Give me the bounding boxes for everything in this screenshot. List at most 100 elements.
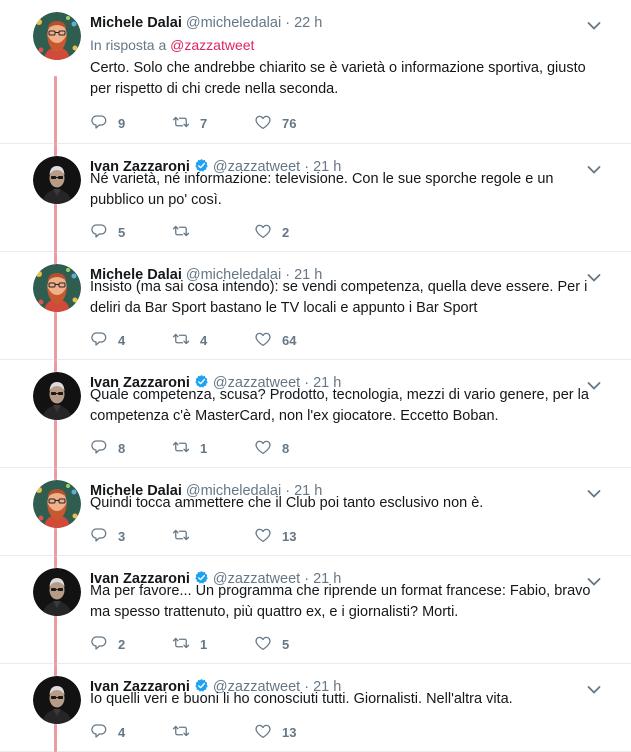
avatar[interactable]	[33, 372, 81, 420]
reply-button[interactable]: 4	[90, 330, 125, 350]
avatar[interactable]	[33, 568, 81, 616]
tweet[interactable]: Ivan Zazzaroni @zazzatweet · 21 h Quale co…	[0, 360, 631, 468]
thread-connector-line	[54, 360, 57, 372]
like-button[interactable]: 5	[254, 634, 289, 654]
reply-button[interactable]: 2	[90, 634, 125, 654]
reply-count: 5	[118, 224, 126, 240]
thread-connector-line	[54, 204, 57, 252]
avatar[interactable]	[33, 156, 81, 204]
retweet-button[interactable]	[172, 722, 200, 742]
reply-button[interactable]: 8	[90, 438, 125, 458]
thread-connector-line	[54, 616, 57, 664]
like-button[interactable]: 76	[254, 113, 296, 133]
reply-icon	[90, 722, 108, 743]
reply-context: In risposta a @zazzatweet	[90, 37, 254, 53]
tweet-text: Ma per favore... Un programma che ripren…	[90, 583, 591, 620]
heart-icon	[254, 526, 272, 547]
like-count: 5	[282, 636, 290, 652]
tweet-text: Io quelli veri e buoni li ho conosciuti …	[90, 691, 513, 707]
like-button[interactable]: 2	[254, 222, 289, 242]
retweet-count: 4	[200, 332, 208, 348]
thread-connector-line	[54, 468, 57, 480]
like-button[interactable]: 8	[254, 438, 289, 458]
thread-connector-line	[54, 528, 57, 556]
retweet-count: 7	[200, 115, 208, 131]
tweet-actions: 8 1 8	[90, 438, 390, 458]
retweet-button[interactable]	[172, 526, 200, 546]
thread-connector-line	[54, 144, 57, 156]
thread-connector-line	[54, 76, 57, 144]
like-count: 13	[282, 724, 297, 740]
tweet-actions: 3 13	[90, 526, 390, 546]
chevron-down-icon[interactable]	[587, 18, 601, 30]
heart-icon	[254, 330, 272, 351]
retweet-button[interactable]: 4	[172, 330, 207, 350]
retweet-count: 1	[200, 636, 208, 652]
reply-icon	[90, 222, 108, 243]
reply-count: 4	[118, 332, 126, 348]
avatar[interactable]	[33, 264, 81, 312]
reply-button[interactable]: 4	[90, 722, 125, 742]
like-count: 8	[282, 440, 290, 456]
reply-count: 3	[118, 528, 126, 544]
author-handle[interactable]: @micheledalai	[186, 15, 281, 31]
tweet-text: Quindi tocca ammettere che il Club poi t…	[90, 495, 484, 511]
retweet-icon	[172, 634, 190, 655]
retweet-icon	[172, 330, 190, 351]
reply-icon	[90, 634, 108, 655]
heart-icon	[254, 438, 272, 459]
reply-icon	[90, 438, 108, 459]
retweet-icon	[172, 438, 190, 459]
tweet-text: Né varietà, né informazione: televisione…	[90, 171, 554, 208]
tweet-actions: 9 7 76	[90, 113, 390, 133]
retweet-button[interactable]: 7	[172, 113, 207, 133]
reply-prefix: In risposta a	[90, 37, 167, 53]
retweet-icon	[172, 113, 190, 134]
reply-icon	[90, 330, 108, 351]
tweet[interactable]: Ivan Zazzaroni @zazzatweet · 21 h Io quell…	[0, 664, 631, 752]
thread-connector-line	[54, 664, 57, 676]
heart-icon	[254, 113, 272, 134]
tweet-timestamp[interactable]: 22 h	[294, 15, 322, 31]
thread-connector-line	[54, 556, 57, 568]
retweet-count: 1	[200, 440, 208, 456]
reply-mention-link[interactable]: @zazzatweet	[170, 37, 254, 53]
retweet-icon	[172, 222, 190, 243]
tweet-actions: 52	[90, 222, 390, 242]
tweet[interactable]: Ivan Zazzaroni @zazzatweet · 21 h Né varie…	[0, 144, 631, 252]
tweet-text: Quale competenza, scusa? Prodotto, tecno…	[90, 387, 589, 424]
tweet-actions: 2 1 5	[90, 634, 390, 654]
tweet[interactable]: Ivan Zazzaroni @zazzatweet · 21 h Ma per f…	[0, 556, 631, 664]
avatar[interactable]	[33, 12, 81, 60]
like-button[interactable]: 13	[254, 722, 296, 742]
retweet-button[interactable]: 1	[172, 438, 207, 458]
tweet-header: Michele Dalai @micheledalai · 22 h	[90, 14, 322, 34]
like-count: 64	[282, 332, 297, 348]
tweet-actions: 4 13	[90, 722, 390, 742]
retweet-button[interactable]: 1	[172, 634, 207, 654]
tweet-text: Insisto (ma sai cosa intendo): se vendi …	[90, 279, 588, 316]
thread-connector-line	[54, 724, 57, 752]
tweet[interactable]: Michele Dalai @micheledalai · 21 h Insisto…	[0, 252, 631, 360]
heart-icon	[254, 634, 272, 655]
like-count: 2	[282, 224, 290, 240]
separator-dot: ·	[285, 15, 291, 31]
like-button[interactable]: 13	[254, 526, 296, 546]
reply-count: 4	[118, 724, 126, 740]
reply-button[interactable]: 3	[90, 526, 125, 546]
tweet[interactable]: Michele Dalai @micheledalai · 21 h Quindi …	[0, 468, 631, 556]
retweet-button[interactable]	[172, 222, 200, 242]
thread-connector-line	[54, 420, 57, 468]
like-count: 76	[282, 115, 297, 131]
reply-count: 8	[118, 440, 126, 456]
reply-button[interactable]: 5	[90, 222, 125, 242]
avatar[interactable]	[33, 480, 81, 528]
tweet[interactable]: Michele Dalai @micheledalai · 22 h In risp…	[0, 0, 631, 144]
avatar[interactable]	[33, 676, 81, 724]
reply-icon	[90, 113, 108, 134]
reply-count: 2	[118, 636, 126, 652]
author-name[interactable]: Michele Dalai	[90, 15, 182, 31]
like-button[interactable]: 64	[254, 330, 296, 350]
reply-button[interactable]: 9	[90, 113, 125, 133]
thread-connector-line	[54, 312, 57, 360]
